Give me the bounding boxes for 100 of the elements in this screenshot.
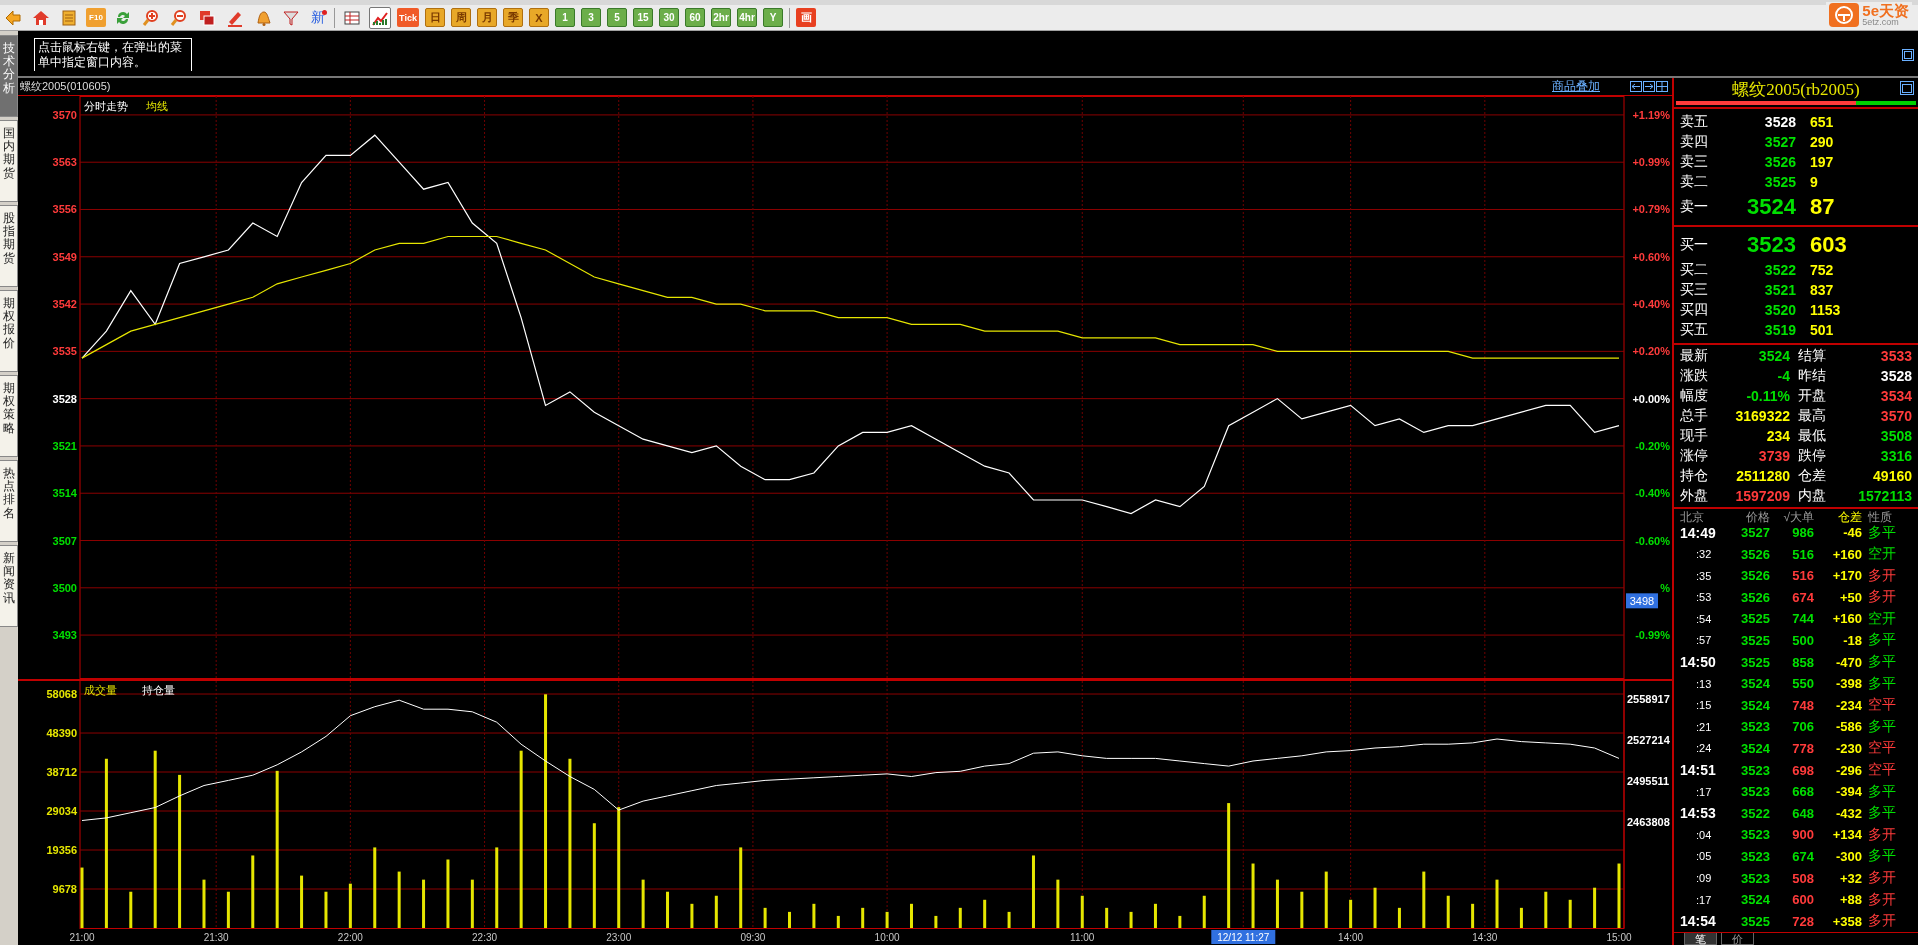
tick-oi-change: +160 — [1831, 546, 1862, 562]
tick-time: :21 — [1695, 720, 1713, 733]
percent-axis-label: % — [1660, 581, 1670, 594]
stat-label: 跌停 — [1797, 446, 1827, 465]
tick-nature: 多开 — [1867, 869, 1897, 887]
tick-nature: 多平 — [1867, 653, 1897, 672]
column-header: 价格 — [1745, 508, 1770, 526]
tick-time: 14:50 — [1680, 654, 1717, 671]
tick-nature: 空平 — [1867, 761, 1897, 780]
tick-price: 3525 — [1740, 654, 1770, 670]
bottom-tab[interactable]: 笔 — [1684, 933, 1717, 945]
tick-oi-change: -470 — [1834, 654, 1862, 670]
toolbar-button[interactable]: 2hr — [711, 8, 731, 27]
column-header: 仓差 — [1837, 508, 1862, 526]
toolbar-button[interactable]: 1 — [555, 8, 575, 27]
tick-price: 3523 — [1740, 719, 1770, 735]
order-price: 3524 — [1746, 193, 1796, 220]
toolbar-button[interactable]: 周 — [451, 8, 471, 27]
legend-label: 分时走势 — [84, 100, 128, 112]
open-interest-axis-label: 2527214 — [1627, 734, 1670, 746]
volume-axis-label: 19356 — [46, 844, 77, 856]
price-axis-label: 3542 — [52, 298, 77, 311]
tick-volume: 728 — [1791, 913, 1814, 929]
order-volume: 837 — [1809, 281, 1835, 298]
tick-oi-change: -296 — [1834, 762, 1862, 778]
toolbar-button[interactable]: 画 — [796, 8, 816, 27]
toolbar-button[interactable]: 季 — [503, 8, 523, 27]
tick-volume: 516 — [1791, 546, 1814, 562]
cursor-price-label: 3498 — [1626, 593, 1658, 609]
toolbar-button[interactable]: 日 — [425, 8, 445, 27]
time-axis-label: 21:00 — [69, 932, 95, 943]
tick-price: 3526 — [1740, 546, 1770, 562]
volume-axis-label: 29034 — [46, 805, 77, 817]
tick-volume: 674 — [1791, 848, 1814, 864]
tick-time: :04 — [1695, 828, 1713, 841]
tick-volume: 508 — [1791, 870, 1814, 886]
toolbar-button[interactable]: 30 — [659, 8, 679, 27]
tick-oi-change: -234 — [1834, 697, 1862, 713]
tick-oi-change: -586 — [1834, 719, 1862, 735]
tick-volume: 516 — [1791, 568, 1814, 584]
column-header: 性质 — [1867, 508, 1893, 525]
toolbar-button[interactable]: 5 — [607, 8, 627, 27]
tick-nature: 多平 — [1867, 674, 1897, 693]
toolbar-button[interactable]: 月 — [477, 8, 497, 27]
percent-axis-label: +0.20% — [1632, 345, 1670, 358]
toolbar-button[interactable]: 3 — [581, 8, 601, 27]
toolbar-button[interactable]: 60 — [685, 8, 705, 27]
side-tab[interactable]: 股指期货 — [0, 205, 18, 287]
toolbar-button[interactable]: Y — [763, 8, 783, 27]
tick-volume: 600 — [1791, 892, 1814, 908]
order-level-label: 买四 — [1680, 300, 1709, 319]
legend-label: 持仓量 — [142, 684, 175, 696]
toolbar-button[interactable]: 15 — [633, 8, 653, 27]
tick-time: :09 — [1695, 872, 1713, 884]
tick-volume: 778 — [1791, 740, 1814, 756]
time-axis-label: 14:30 — [1472, 932, 1498, 943]
tick-price: 3523 — [1740, 848, 1770, 864]
side-tab[interactable]: 期权报价 — [0, 290, 18, 372]
toolbar-button[interactable]: Tick — [397, 8, 419, 27]
tick-time: :57 — [1695, 634, 1713, 647]
side-tab[interactable]: 新闻资讯 — [0, 545, 18, 627]
order-level-label: 卖五 — [1680, 112, 1709, 131]
tick-nature: 多平 — [1867, 717, 1897, 736]
percent-axis-label: +1.19% — [1632, 108, 1670, 121]
stat-value: 49160 — [1872, 467, 1912, 484]
tick-nature: 多平 — [1867, 804, 1897, 823]
tick-volume: 858 — [1791, 654, 1814, 670]
legend-label: 成交量 — [84, 684, 117, 696]
order-level-label: 卖一 — [1680, 197, 1709, 216]
side-tab[interactable]: 技术分析 — [0, 35, 18, 117]
order-volume: 290 — [1809, 133, 1835, 150]
tick-price: 3522 — [1740, 805, 1770, 821]
tick-volume: 748 — [1791, 697, 1814, 713]
toolbar-button[interactable]: 4hr — [737, 8, 757, 27]
tick-volume: 674 — [1791, 589, 1814, 605]
tick-time: :54 — [1695, 612, 1713, 625]
tick-time: :15 — [1695, 699, 1713, 712]
stat-label: 持仓 — [1680, 466, 1709, 485]
tick-price: 3523 — [1740, 827, 1770, 843]
tick-nature: 多开 — [1867, 588, 1897, 607]
side-tab[interactable]: 国内期货 — [0, 120, 18, 202]
percent-axis-label: -0.99% — [1635, 629, 1670, 642]
price-axis-label: 3535 — [52, 345, 77, 358]
stat-label: 仓差 — [1797, 466, 1827, 485]
tick-price: 3526 — [1740, 568, 1770, 584]
side-tab[interactable]: 热点排名 — [0, 460, 18, 542]
bottom-tab[interactable]: 价 — [1721, 933, 1754, 945]
stat-label: 最低 — [1797, 426, 1827, 445]
side-tab[interactable]: 期权策略 — [0, 375, 18, 457]
toolbar-button[interactable]: 新 — [308, 8, 328, 27]
time-axis-label: 10:00 — [874, 932, 900, 943]
tick-nature: 空平 — [1867, 739, 1897, 758]
time-axis-label: 11:00 — [1070, 932, 1095, 943]
toolbar-button[interactable]: X — [529, 8, 549, 27]
overlay-link[interactable]: 商品叠加 — [1552, 78, 1600, 95]
stat-value: 3508 — [1879, 427, 1912, 444]
tick-oi-change: -18 — [1842, 633, 1862, 648]
order-level-label: 卖二 — [1680, 172, 1709, 191]
toolbar-button[interactable]: F10 — [86, 8, 106, 27]
stat-label: 外盘 — [1680, 486, 1709, 505]
